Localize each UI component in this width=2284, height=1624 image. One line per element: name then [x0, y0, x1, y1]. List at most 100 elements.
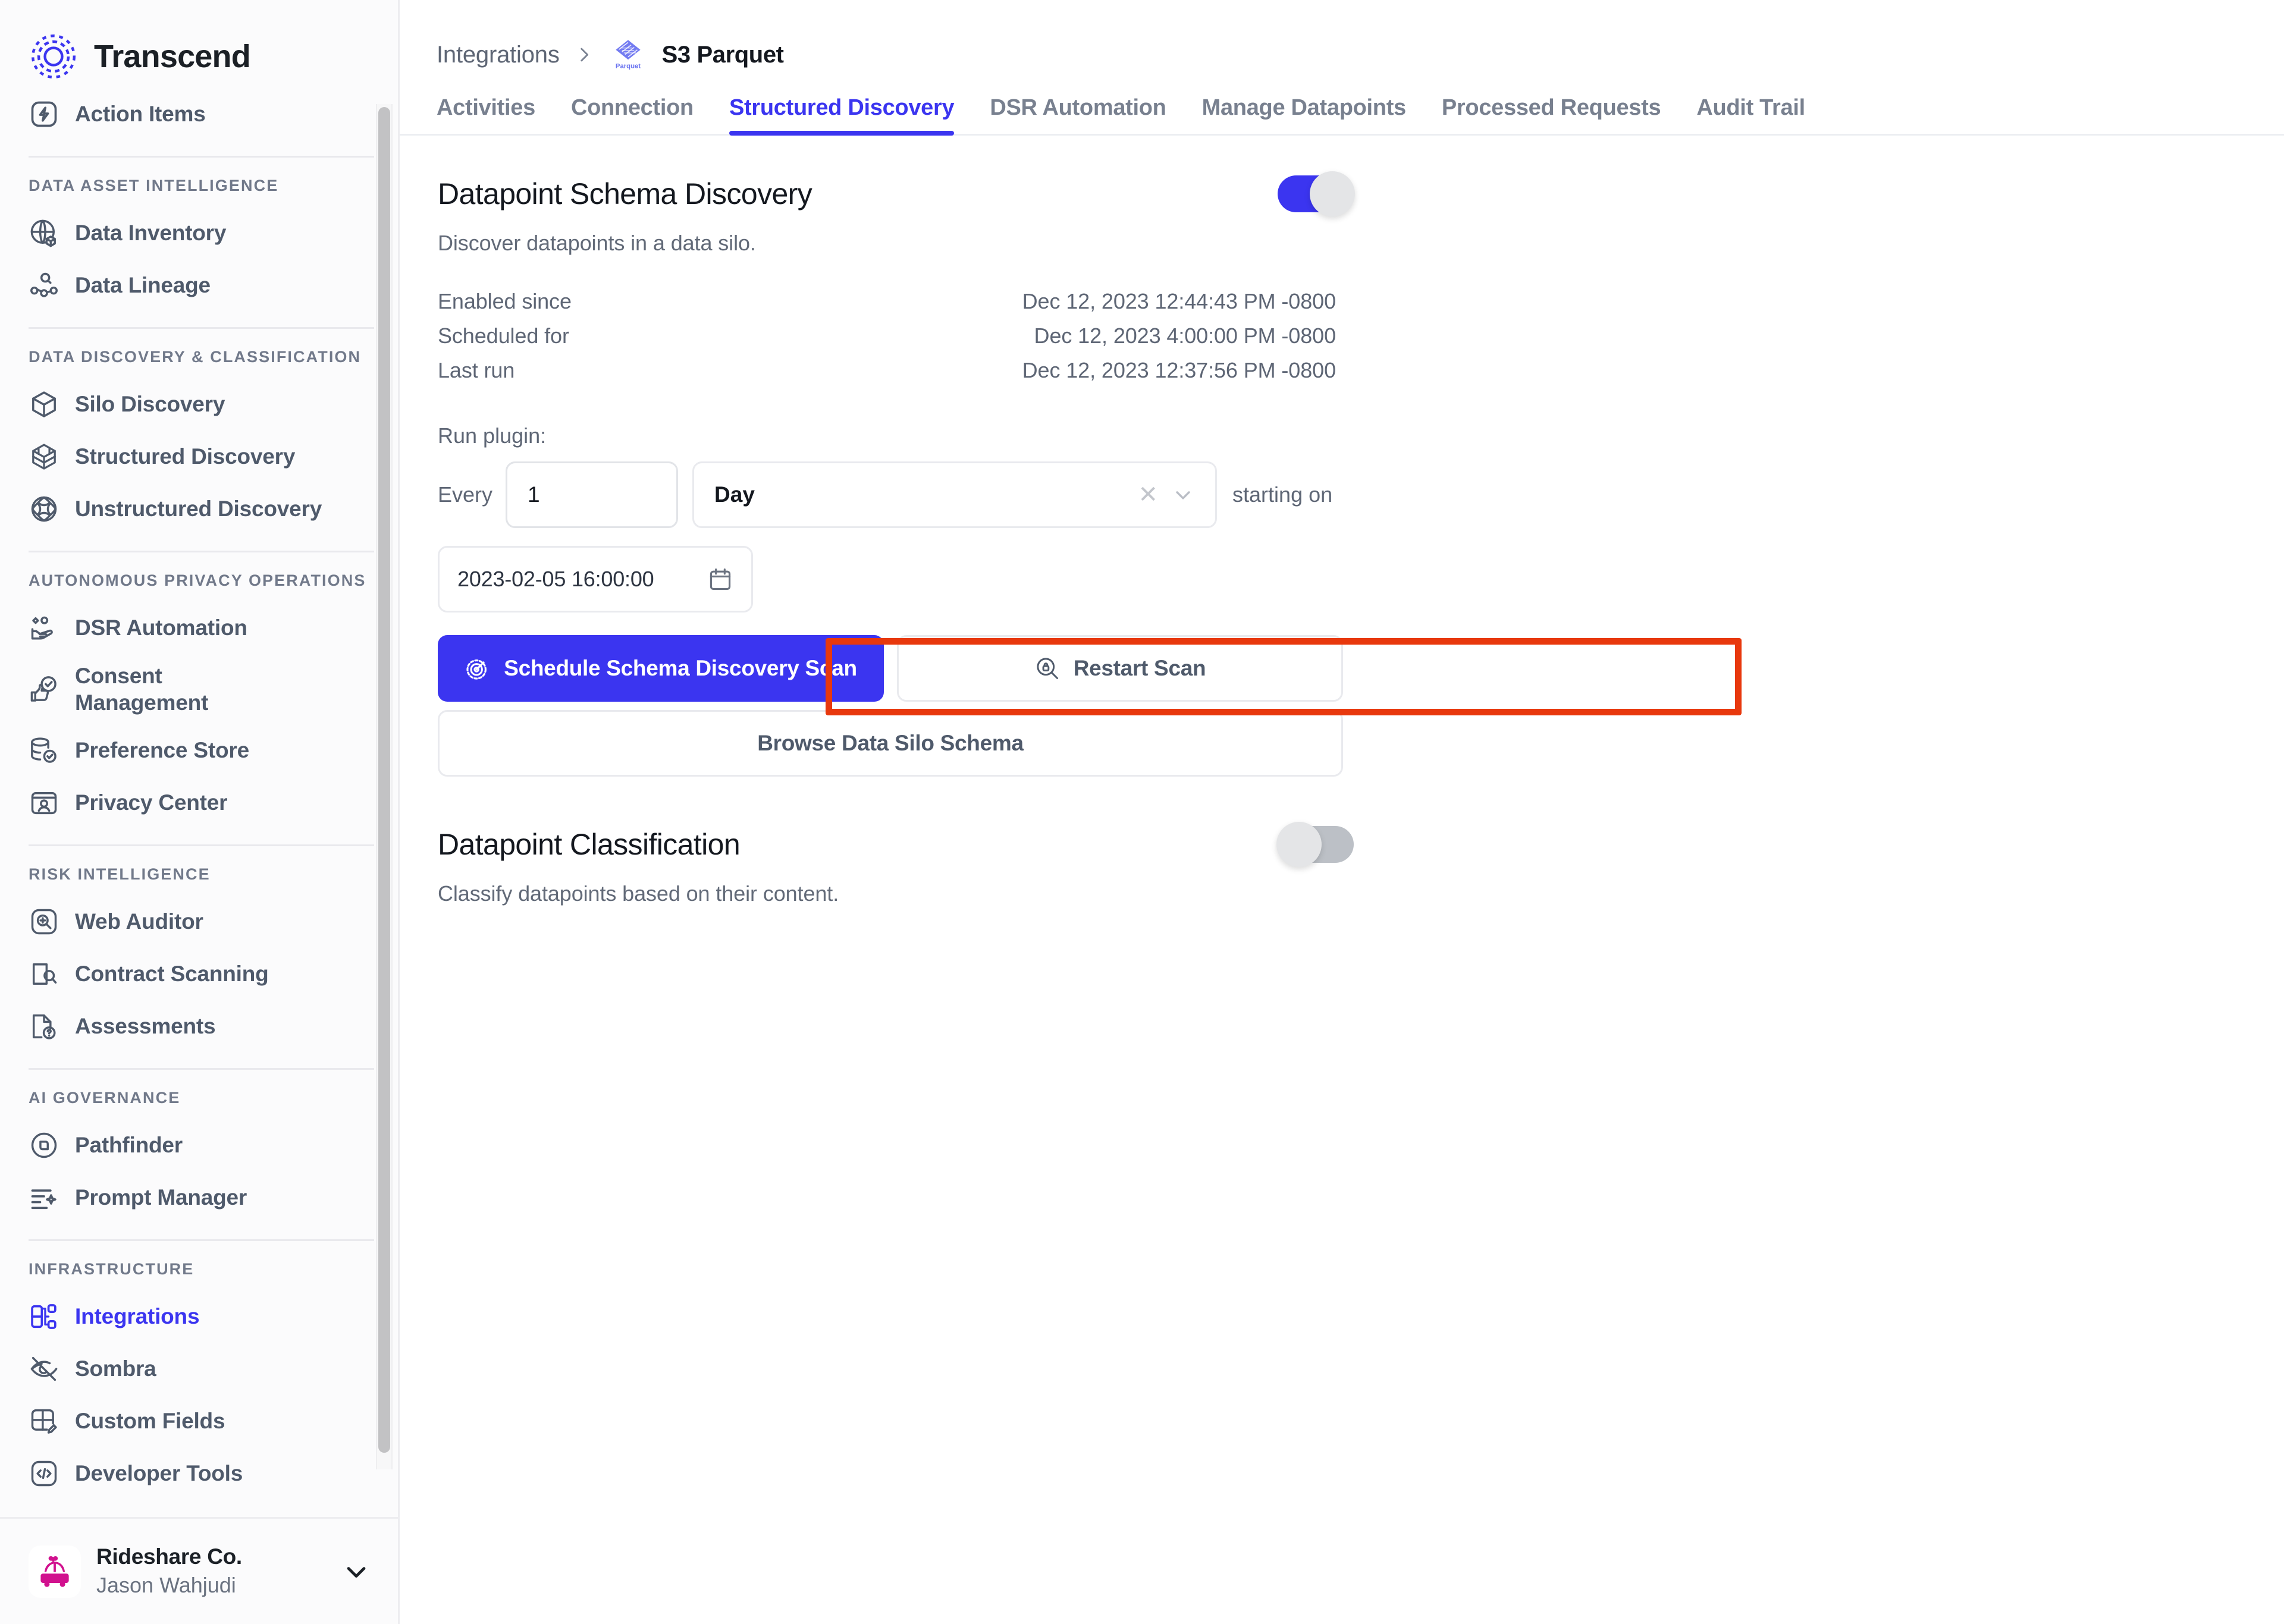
meta-label: Last run — [438, 358, 1022, 383]
tab-structured-discovery[interactable]: Structured Discovery — [711, 95, 972, 134]
user-account-switcher[interactable]: Rideshare Co. Jason Wahjudi — [0, 1517, 398, 1624]
sidebar-item-developer-tools[interactable]: Developer Tools — [0, 1447, 398, 1500]
sidebar-item-label: Custom Fields — [75, 1408, 225, 1434]
calendar-icon[interactable] — [707, 566, 733, 592]
brand[interactable]: Transcend — [0, 0, 398, 88]
code-square-icon — [29, 1458, 59, 1489]
browse-schema-wrapper: Browse Data Silo Schema — [438, 710, 1343, 777]
sidebar-item-prompt-manager[interactable]: Prompt Manager — [0, 1171, 398, 1224]
sidebar-item-consent-management[interactable]: Consent Management — [0, 654, 398, 724]
sidebar-item-label: Data Inventory — [75, 219, 226, 246]
page-title: S3 Parquet — [662, 42, 784, 68]
sidebar-section-title: INFRASTRUCTURE — [0, 1257, 398, 1290]
divider — [29, 1068, 374, 1070]
sidebar-item-web-auditor[interactable]: Web Auditor — [0, 896, 398, 948]
magnifier-square-icon — [29, 906, 59, 937]
interval-unit-select[interactable]: Day ✕ — [692, 461, 1217, 528]
bolt-square-icon — [29, 99, 59, 130]
thumbs-up-check-icon — [29, 674, 59, 705]
sidebar-scrollbar-thumb[interactable] — [378, 107, 390, 1453]
document-question-icon — [29, 1011, 59, 1042]
sidebar-section-title: RISK INTELLIGENCE — [0, 862, 398, 896]
sidebar-item-pathfinder[interactable]: Pathfinder — [0, 1119, 398, 1171]
svg-text:Parquet: Parquet — [616, 63, 641, 70]
sidebar-item-custom-fields[interactable]: Custom Fields — [0, 1395, 398, 1447]
sidebar: Transcend Action Items DATA ASSET INTELL… — [0, 0, 400, 1624]
tab-audit-trail[interactable]: Audit Trail — [1679, 95, 1823, 134]
cube-icon — [29, 389, 59, 420]
restart-scan-button[interactable]: Restart Scan — [897, 635, 1343, 702]
sidebar-item-silo-discovery[interactable]: Silo Discovery — [0, 378, 398, 431]
tab-dsr-automation[interactable]: DSR Automation — [972, 95, 1184, 134]
hand-data-icon — [29, 612, 59, 643]
sidebar-item-label: Privacy Center — [75, 789, 227, 816]
schedule-controls: Every Day ✕ starting on — [438, 461, 2284, 528]
sidebar-item-label: Assessments — [75, 1013, 215, 1039]
meta-value: Dec 12, 2023 12:37:56 PM -0800 — [1022, 358, 1336, 383]
sidebar-item-data-lineage[interactable]: Data Lineage — [0, 259, 398, 312]
sidebar-item-label: Prompt Manager — [75, 1184, 247, 1211]
sidebar-item-label: Developer Tools — [75, 1460, 243, 1487]
schema-discovery-toggle[interactable] — [1278, 175, 1354, 212]
tab-activities[interactable]: Activities — [437, 95, 553, 134]
globe-box-icon — [29, 218, 59, 249]
magnifier-lock-icon — [1034, 655, 1061, 681]
globe-leaf-icon — [29, 494, 59, 524]
avatar — [29, 1546, 81, 1598]
browse-data-silo-schema-button[interactable]: Browse Data Silo Schema — [438, 710, 1343, 777]
sidebar-item-sombra[interactable]: Sombra — [0, 1343, 398, 1395]
sidebar-item-dsr-automation[interactable]: DSR Automation — [0, 602, 398, 654]
integrations-icon — [29, 1301, 59, 1332]
sidebar-section-title: DATA DISCOVERY & CLASSIFICATION — [0, 344, 398, 378]
interval-unit-value: Day — [714, 482, 1125, 507]
classification-header: Datapoint Classification — [438, 819, 1354, 869]
breadcrumb: Integrations Parquet — [400, 0, 2284, 70]
classification-toggle[interactable] — [1278, 826, 1354, 863]
interval-input[interactable] — [506, 461, 678, 528]
app-root: Transcend Action Items DATA ASSET INTELL… — [0, 0, 2284, 1624]
start-date-value: 2023-02-05 16:00:00 — [457, 567, 707, 592]
close-x-icon[interactable]: ✕ — [1125, 483, 1172, 507]
meta-value: Dec 12, 2023 12:44:43 PM -0800 — [1022, 289, 1336, 314]
tab-processed-requests[interactable]: Processed Requests — [1424, 95, 1679, 134]
chevron-down-icon[interactable] — [1171, 483, 1195, 507]
sidebar-item-preference-store[interactable]: Preference Store — [0, 724, 398, 777]
structured-discovery-panel: Datapoint Schema Discovery Discover data… — [400, 136, 2284, 906]
sidebar-item-label: Contract Scanning — [75, 960, 269, 987]
meta-row: Last run Dec 12, 2023 12:37:56 PM -0800 — [438, 358, 1336, 392]
sidebar-item-integrations[interactable]: Integrations — [0, 1290, 398, 1343]
user-person-name: Jason Wahjudi — [96, 1572, 325, 1600]
divider — [29, 327, 374, 329]
user-org-name: Rideshare Co. — [96, 1543, 325, 1570]
sidebar-section-title: DATA ASSET INTELLIGENCE — [0, 173, 398, 207]
breadcrumb-link-integrations[interactable]: Integrations — [437, 42, 560, 68]
schema-discovery-meta: Enabled since Dec 12, 2023 12:44:43 PM -… — [438, 289, 1336, 392]
sidebar-item-label: Pathfinder — [75, 1132, 183, 1158]
sidebar-item-action-items[interactable]: Action Items — [0, 88, 398, 140]
datapoint-classification-section: Datapoint Classification Classify datapo… — [438, 819, 2284, 906]
sidebar-section-title: AI GOVERNANCE — [0, 1085, 398, 1119]
tab-manage-datapoints[interactable]: Manage Datapoints — [1184, 95, 1424, 134]
tab-connection[interactable]: Connection — [553, 95, 711, 134]
schedule-scan-button[interactable]: Schedule Schema Discovery Scan — [438, 635, 884, 702]
start-date-picker[interactable]: 2023-02-05 16:00:00 — [438, 546, 753, 612]
sidebar-item-assessments[interactable]: Assessments — [0, 1000, 398, 1053]
meta-label: Scheduled for — [438, 323, 1034, 348]
divider — [29, 156, 374, 158]
sidebar-item-contract-scanning[interactable]: Contract Scanning — [0, 948, 398, 1000]
target-arrow-icon — [465, 655, 491, 681]
starting-on-label: starting on — [1232, 482, 1332, 507]
sidebar-item-data-inventory[interactable]: Data Inventory — [0, 207, 398, 259]
divider — [29, 844, 374, 846]
sidebar-item-structured-discovery[interactable]: Structured Discovery — [0, 431, 398, 483]
chevron-down-icon[interactable] — [341, 1556, 372, 1587]
classification-title: Datapoint Classification — [438, 827, 1278, 862]
browse-schema-label: Browse Data Silo Schema — [757, 731, 1024, 756]
brand-name: Transcend — [94, 38, 250, 75]
sidebar-item-label: Preference Store — [75, 737, 249, 764]
scan-action-buttons: Schedule Schema Discovery Scan Restart S… — [438, 635, 2284, 702]
transcend-logo-icon — [29, 32, 79, 81]
sidebar-item-privacy-center[interactable]: Privacy Center — [0, 777, 398, 829]
parquet-logo-icon: Parquet — [608, 35, 648, 74]
sidebar-item-unstructured-discovery[interactable]: Unstructured Discovery — [0, 483, 398, 535]
